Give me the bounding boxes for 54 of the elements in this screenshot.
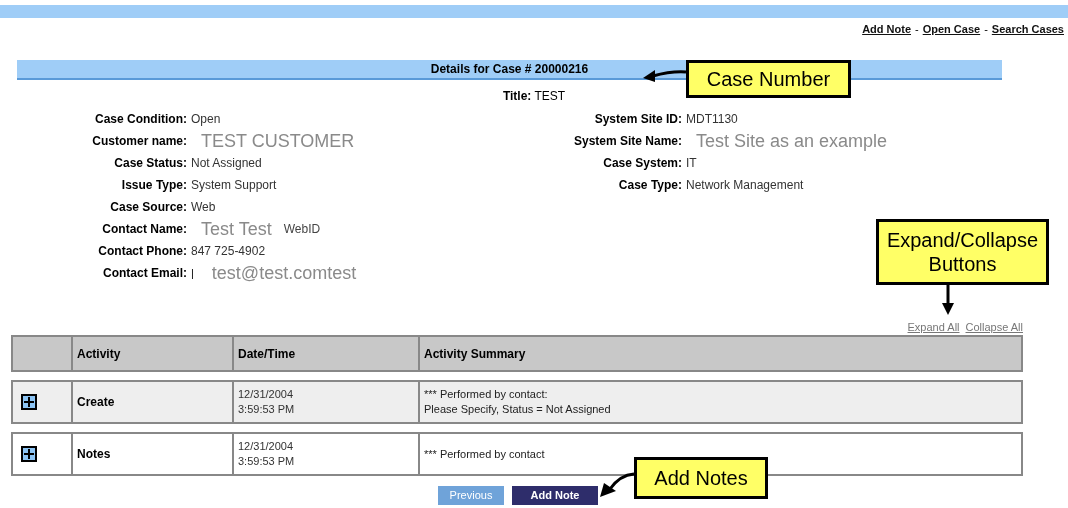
table-cell-text: 3:59:53 PM	[238, 402, 296, 417]
field-value: test@test.comtest	[211, 261, 357, 285]
callout-label: Case Number	[686, 60, 851, 98]
nav-link[interactable]: Search Cases	[991, 20, 1064, 38]
field-value: Network Management	[686, 177, 804, 194]
arrow	[942, 285, 954, 315]
table-cell-text: *** Performed by contact	[424, 446, 546, 462]
field-label: System Site ID:	[593, 111, 683, 128]
nav-link[interactable]: Open Case	[922, 20, 981, 38]
field-label: Issue Type:	[120, 177, 188, 194]
text-link[interactable]: Expand All	[907, 319, 960, 333]
field-label: Case Status:	[113, 155, 188, 172]
table-cell-text: 12/31/2004	[238, 439, 295, 454]
table-cell-text: Please Specify, Status = Not Assigned	[424, 402, 612, 417]
table-cell: Create	[73, 382, 234, 422]
link-separator: -	[984, 21, 988, 37]
field-label: Case Condition:	[94, 111, 188, 128]
case-title: Title: TEST	[501, 88, 567, 104]
expand-icon[interactable]	[21, 394, 37, 410]
expand-icon[interactable]	[21, 446, 37, 462]
field-value: Test Test	[201, 217, 272, 241]
field-label: Contact Email:	[102, 265, 188, 282]
field-value: IT	[686, 155, 697, 172]
field-value: TEST CUSTOMER	[201, 129, 355, 153]
arrow	[641, 67, 687, 83]
table-cell: Notes	[73, 434, 234, 474]
column-header: Activity	[73, 337, 234, 370]
column-header: Activity Summary	[423, 345, 527, 363]
callout-label: Expand/Collapse Buttons	[876, 219, 1049, 285]
link-separator: -	[915, 21, 919, 37]
field-label: Case Source:	[109, 199, 188, 216]
text-link[interactable]: Collapse All	[965, 319, 1023, 333]
table-cell-text: *** Performed by contact:	[424, 387, 549, 402]
table-cell-text: 3:59:53 PM	[238, 454, 296, 469]
add-note-button[interactable]: Add Note	[512, 486, 598, 505]
field-label: Contact Phone:	[97, 243, 188, 260]
field-label: Customer name:	[91, 133, 188, 150]
field-label: System Site Name:	[572, 133, 683, 150]
field-value: Open	[191, 111, 221, 128]
field-prefix: |	[191, 265, 194, 281]
field-value: Web	[191, 199, 216, 216]
field-value: Not Assigned	[191, 155, 262, 172]
field-label: Contact Name:	[101, 221, 188, 238]
callout-label: Add Notes	[634, 457, 768, 499]
field-value: MDT1130	[686, 111, 738, 128]
nav-link[interactable]: Add Note	[862, 20, 911, 38]
field-label: Case System:	[602, 155, 683, 172]
field-label: Case Type:	[617, 177, 683, 194]
column-header: Date/Time	[234, 337, 420, 370]
field-value: 847 725-4902	[191, 243, 266, 260]
field-value: Test Site as an example	[696, 129, 888, 153]
field-note: WebID	[283, 221, 321, 238]
table-cell-text: 12/31/2004	[238, 387, 295, 402]
field-value: System Support	[191, 177, 277, 194]
